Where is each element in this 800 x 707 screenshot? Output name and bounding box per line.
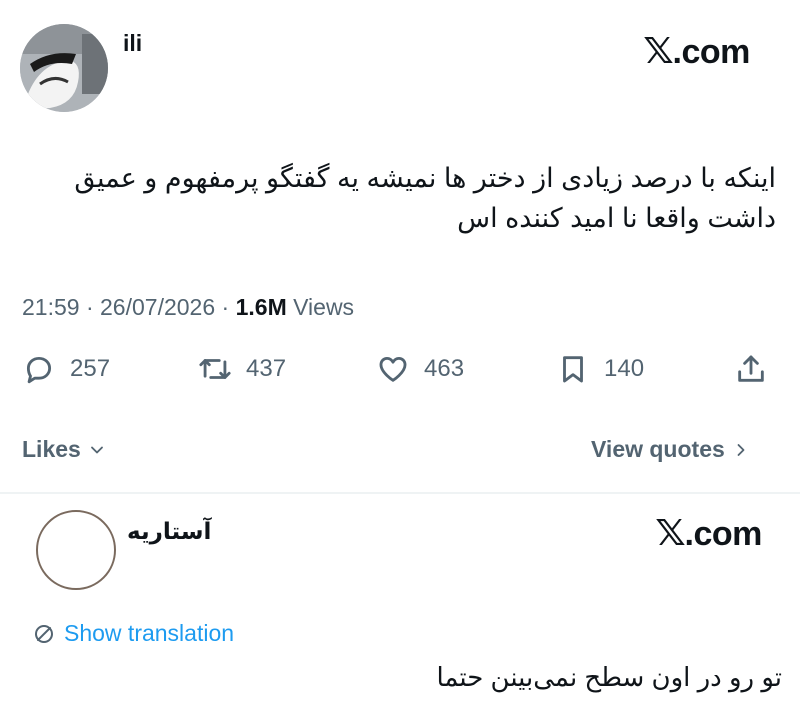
reply-count: 257 <box>70 355 111 382</box>
tweet-meta: 21:59 · 26/07/2026 · 1.6M Views <box>22 294 354 321</box>
separator: · <box>85 294 94 320</box>
view-quotes-label: View quotes <box>591 436 725 462</box>
bookmark-count: 140 <box>604 355 645 382</box>
chevron-down-icon <box>90 446 103 453</box>
separator: · <box>221 294 230 320</box>
retweet-icon <box>199 359 231 379</box>
bookmark-icon <box>563 356 583 383</box>
views-label: Views <box>293 294 355 320</box>
source-logo: 𝕏.com <box>643 30 750 71</box>
like-button[interactable]: 463 <box>376 352 464 386</box>
divider <box>0 492 800 494</box>
bookmark-button[interactable]: 140 <box>556 352 644 386</box>
share-icon <box>738 355 764 382</box>
show-translation-button[interactable]: Show translation <box>32 620 234 647</box>
tweet-time[interactable]: 21:59 <box>22 294 80 320</box>
show-translation-label: Show translation <box>64 620 235 646</box>
likes-dropdown[interactable]: Likes <box>22 436 107 463</box>
retweet-count: 437 <box>246 355 287 382</box>
likes-link-label: Likes <box>22 436 81 462</box>
like-icon <box>379 356 407 382</box>
x-logo-icon: 𝕏 <box>643 30 674 71</box>
globe-icon <box>35 624 53 643</box>
x-logo-icon: 𝕏 <box>655 512 686 553</box>
avatar[interactable] <box>20 24 108 112</box>
tweet-text: اینکه با درصد زیادی از دختر ها نمیشه یه … <box>74 163 776 233</box>
retweet-button[interactable]: 437 <box>198 352 286 386</box>
reply-button[interactable]: 257 <box>22 352 110 386</box>
reply-icon <box>26 356 52 384</box>
reply-text: تو رو در اون سطح نمی‌بینن حتما <box>436 662 782 692</box>
like-count: 463 <box>424 355 465 382</box>
reply-avatar[interactable] <box>36 510 116 590</box>
view-quotes-link[interactable]: View quotes <box>591 436 751 463</box>
views-count: 1.6M <box>235 294 287 320</box>
share-button[interactable] <box>734 352 768 386</box>
chevron-right-icon <box>737 443 745 456</box>
tweet-date[interactable]: 26/07/2026 <box>100 294 215 320</box>
reply-source-logo: 𝕏.com <box>655 512 762 553</box>
author-name[interactable]: ili <box>123 30 142 57</box>
reply-author-name[interactable]: آستاریه <box>127 518 211 545</box>
